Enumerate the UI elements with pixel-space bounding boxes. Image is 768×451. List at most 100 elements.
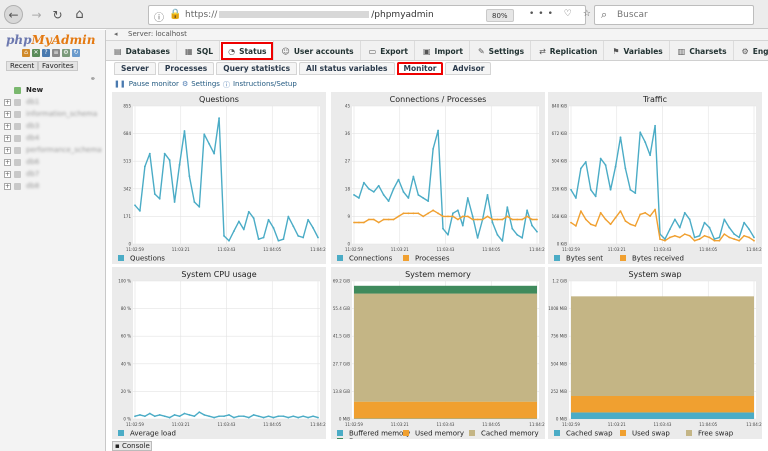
y-tick-label: 41.5 GiB: [333, 334, 350, 339]
subtab-query-statistics[interactable]: Query statistics: [216, 62, 298, 75]
data-point: [442, 215, 444, 218]
data-point: [664, 239, 666, 242]
expand-icon[interactable]: +: [4, 135, 11, 142]
data-point: [678, 226, 681, 229]
collapse-arrow-icon[interactable]: ◂: [114, 30, 118, 38]
tree-item-db[interactable]: + db7: [4, 169, 104, 181]
y-tick-label: 171: [123, 214, 131, 219]
page-actions-icon[interactable]: ••• ♡ ☆: [529, 9, 595, 19]
tab-replication[interactable]: ⇄ Replication: [531, 41, 605, 60]
tab-engines[interactable]: ⚙Engines: [734, 41, 768, 60]
tree-item-db[interactable]: + information_schema: [4, 109, 104, 121]
forward-button[interactable]: →: [27, 5, 46, 24]
search-input[interactable]: [617, 10, 747, 20]
favorites-tab[interactable]: Favorites: [38, 61, 78, 71]
url-bar[interactable]: ⓘ 🔒 https:///phpmyadmin 80% ••• ♡ ☆: [148, 5, 591, 25]
tab-variables[interactable]: ⚑ Variables: [604, 41, 670, 60]
recent-tab[interactable]: Recent: [6, 61, 39, 71]
expand-icon[interactable]: +: [4, 183, 11, 190]
expand-icon[interactable]: +: [4, 147, 11, 154]
data-point: [659, 238, 661, 240]
subtab-processes[interactable]: Processes: [157, 62, 215, 75]
search-bar[interactable]: ⌕: [594, 5, 754, 25]
expand-icon[interactable]: +: [4, 171, 11, 178]
home-icon: ⌂: [75, 7, 84, 22]
settings-icon[interactable]: ⚙: [62, 49, 70, 57]
database-icon: [14, 147, 21, 154]
tab-import[interactable]: ▣ Import: [415, 41, 470, 60]
info-icon[interactable]: ⓘ: [154, 9, 164, 24]
phpmyadmin-logo[interactable]: phpMyAdmin: [6, 33, 95, 47]
data-point: [693, 236, 696, 239]
zoom-level-badge[interactable]: 80%: [486, 9, 514, 22]
data-point: [683, 233, 686, 236]
tab-export[interactable]: ▭ Export: [361, 41, 415, 60]
subtab-monitor[interactable]: Monitor: [396, 62, 444, 75]
tab-user-accounts[interactable]: ☺ User accounts: [274, 41, 361, 60]
tree-item-db[interactable]: + db4: [4, 133, 104, 145]
url-host-redacted: [219, 11, 370, 18]
y-tick-label: 13.8 GiB: [333, 389, 350, 394]
expand-icon[interactable]: +: [4, 159, 11, 166]
data-point: [208, 143, 211, 145]
data-point: [589, 188, 592, 191]
y-tick-label: 342: [123, 186, 131, 191]
data-point: [708, 236, 711, 239]
instructions-link[interactable]: Instructions/Setup: [233, 80, 297, 90]
tab-settings[interactable]: ✎ Settings: [470, 41, 532, 60]
tree-item-db[interactable]: + db6: [4, 157, 104, 169]
data-point: [262, 236, 265, 239]
tab-status[interactable]: ◔ Status: [220, 41, 274, 60]
back-button[interactable]: ←: [4, 5, 23, 24]
subtab-server[interactable]: Server: [114, 62, 156, 75]
monitor-toolbar: ❚❚ Pause monitor ⚙ Settings ⓘ Instructio…: [114, 80, 297, 90]
data-point: [292, 225, 295, 228]
link-icon[interactable]: ⚭: [90, 75, 96, 83]
tab-charsets[interactable]: ▥ Charsets: [670, 41, 734, 60]
pause-monitor-link[interactable]: Pause monitor: [129, 80, 179, 90]
settings-link[interactable]: Settings: [191, 80, 220, 90]
breadcrumb-server[interactable]: Server: localhost: [128, 30, 187, 38]
docs-icon[interactable]: ≡: [52, 49, 60, 57]
tab-databases[interactable]: ▤ Databases: [106, 41, 177, 60]
status-sub-tabs: Server Processes Query statistics All statu…: [106, 62, 768, 76]
data-point: [594, 195, 597, 198]
data-point: [188, 175, 191, 178]
tab-sql[interactable]: ▦ SQL: [177, 41, 221, 60]
expand-icon[interactable]: +: [4, 123, 11, 130]
data-point: [521, 218, 524, 221]
data-point: [312, 415, 314, 418]
refresh-icon[interactable]: ↻: [72, 49, 80, 57]
data-point: [644, 211, 647, 214]
help-icon[interactable]: ?: [42, 49, 50, 57]
console-toggle[interactable]: ▪ Console: [112, 441, 152, 451]
data-point: [407, 212, 410, 215]
data-point: [193, 201, 196, 203]
logout-icon[interactable]: ✕: [32, 49, 40, 57]
data-point: [575, 225, 577, 227]
tree-item-db[interactable]: + db1: [4, 97, 104, 109]
tree-item-db[interactable]: + performance_schema: [4, 145, 104, 157]
subtab-advisor[interactable]: Advisor: [445, 62, 492, 75]
new-db-icon: [14, 87, 21, 94]
subtab-all-status-variables[interactable]: All status variables: [299, 62, 395, 75]
breadcrumb: ◂ Server: localhost: [106, 29, 768, 41]
x-tick-label: 11:04:05: [699, 247, 717, 252]
tree-item-db[interactable]: + db3: [4, 121, 104, 133]
tree-item-db[interactable]: + db8: [4, 181, 104, 193]
reload-button[interactable]: ↻: [48, 5, 67, 24]
expand-icon[interactable]: +: [4, 111, 11, 118]
status-icon: ◔: [228, 46, 236, 56]
expand-icon[interactable]: +: [4, 99, 11, 106]
home-button[interactable]: ⌂: [70, 5, 89, 24]
data-point: [272, 226, 275, 229]
data-point: [272, 416, 275, 419]
y-tick-label: 45: [345, 104, 351, 109]
data-point: [233, 416, 235, 419]
data-point: [698, 238, 701, 240]
tree-item-new[interactable]: New: [4, 85, 104, 97]
data-point: [353, 221, 355, 224]
x-tick-label: 11:03:21: [172, 422, 190, 427]
home-icon[interactable]: ⌂: [22, 49, 30, 57]
x-tick-label: 11:02:59: [126, 422, 144, 427]
